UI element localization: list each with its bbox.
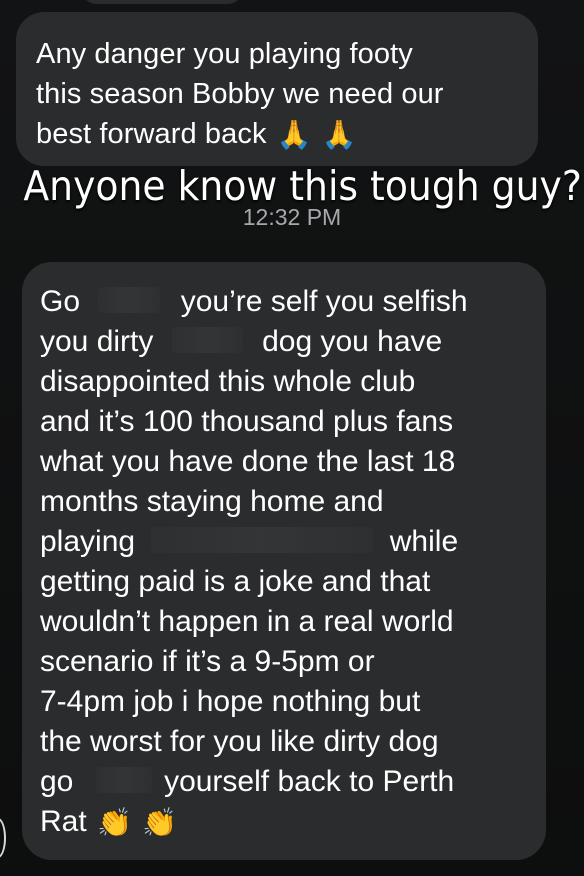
message-timestamp: 12:32 PM: [242, 204, 342, 230]
message-segment: Rat: [40, 805, 87, 838]
message-line: Any danger you playing footy: [36, 38, 413, 70]
message-text: Go you’re self you selfish you dirty dog…: [40, 282, 540, 842]
message-segment: go: [40, 765, 74, 798]
message-line: scenario if it’s a 9-5pm or: [40, 645, 375, 678]
message-segment: Go: [40, 285, 81, 318]
message-line: this season Bobby we need our: [36, 78, 444, 110]
message-line: the worst for you like dirty dog: [40, 725, 439, 758]
message-segment: playing: [40, 525, 136, 558]
previous-message-edge: [82, 0, 242, 4]
edge-reaction-icon: [0, 818, 6, 858]
redaction-blur: [95, 767, 152, 794]
message-line: Go you’re self you selfish: [40, 282, 540, 322]
redaction-blur: [98, 287, 161, 314]
incoming-message-bubble-1[interactable]: Any danger you playing footy this season…: [16, 12, 538, 166]
message-text: Any danger you playing footy this season…: [36, 34, 516, 155]
incoming-message-bubble-2[interactable]: Go you’re self you selfish you dirty dog…: [22, 262, 546, 860]
folded-hands-icon: 🙏: [276, 118, 312, 152]
message-segment: you’re self you selfish: [180, 285, 468, 318]
message-line: wouldn’t happen in a real world: [40, 605, 454, 638]
message-line: getting paid is a joke and that: [40, 565, 431, 598]
message-segment: you dirty: [40, 325, 154, 358]
message-line: disappointed this whole club: [40, 365, 416, 398]
clapping-hands-icon: 👏: [97, 806, 132, 840]
message-line: best forward back 🙏 🙏: [36, 114, 516, 155]
message-line: playing while: [40, 522, 540, 562]
message-line: Rat 👏 👏: [40, 802, 540, 842]
message-line: 7-4pm job i hope nothing but: [40, 685, 421, 718]
message-line-text: best forward back: [36, 118, 267, 150]
message-line: you dirty dog you have: [40, 322, 540, 362]
message-segment: yourself back to Perth: [164, 765, 455, 798]
message-line: what you have done the last 18: [40, 445, 456, 478]
clapping-hands-icon: 👏: [142, 806, 178, 840]
message-segment: dog you have: [262, 325, 443, 358]
redaction-blur: [151, 527, 374, 554]
message-line: and it’s 100 thousand plus fans: [40, 405, 454, 438]
message-line: months staying home and: [40, 485, 384, 518]
message-line: go yourself back to Perth: [40, 762, 540, 802]
message-thread: Any danger you playing footy this season…: [0, 0, 584, 876]
redaction-blur: [171, 327, 242, 354]
message-segment: while: [389, 525, 459, 558]
folded-hands-icon: 🙏: [321, 118, 357, 152]
